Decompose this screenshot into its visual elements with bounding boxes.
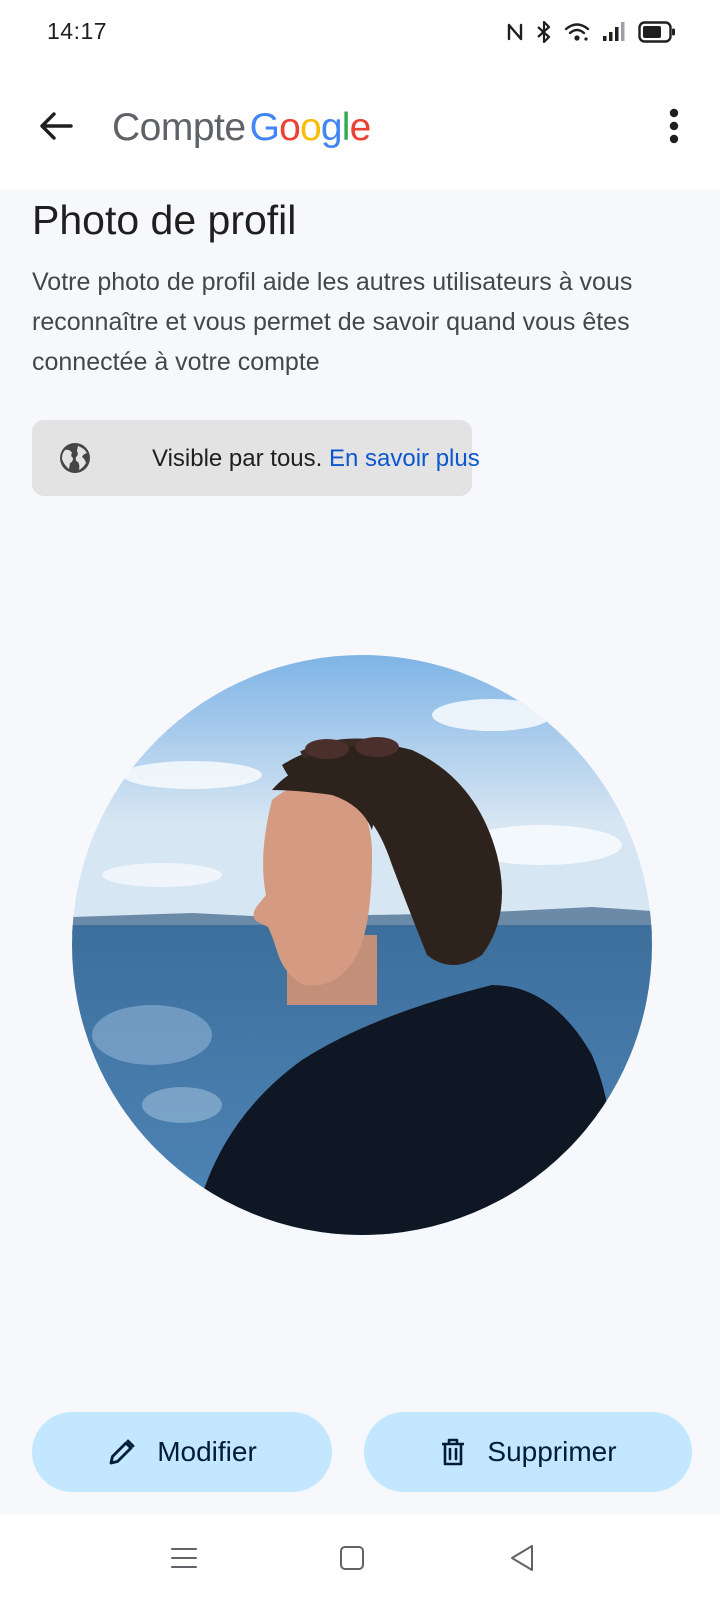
logo-letter: l: [341, 106, 351, 149]
visibility-label: Visible par tous.: [152, 445, 323, 472]
home-square-icon: [339, 1545, 365, 1576]
nav-back-button[interactable]: [502, 1540, 542, 1580]
bluetooth-icon: [536, 20, 552, 44]
brand-word: Compte: [112, 106, 246, 149]
nav-recents-button[interactable]: [164, 1540, 204, 1580]
logo-letter: o: [300, 106, 322, 149]
learn-more-link[interactable]: En savoir plus: [329, 445, 480, 472]
back-button[interactable]: [28, 100, 84, 156]
logo-letter: G: [249, 106, 280, 149]
edit-button-label: Modifier: [157, 1436, 257, 1467]
delete-button-label: Supprimer: [487, 1436, 617, 1467]
back-triangle-icon: [509, 1544, 535, 1577]
pencil-icon: [107, 1437, 137, 1467]
status-time: 14:17: [47, 18, 108, 44]
logo-letter: o: [279, 106, 301, 149]
edit-button[interactable]: Modifier: [32, 1412, 332, 1492]
visibility-text: Visible par tous. En savoir plus: [152, 444, 480, 474]
arrow-back-icon: [39, 111, 73, 146]
visibility-chip: Visible par tous. En savoir plus: [32, 420, 480, 496]
google-account-brand: Compte Google: [112, 104, 371, 152]
battery-icon: [638, 20, 676, 44]
menu-icon: [171, 1546, 197, 1575]
nfc-icon: [506, 21, 524, 43]
status-icons: [506, 18, 676, 46]
more-vert-icon: [669, 108, 679, 149]
system-nav-bar: [0, 1514, 720, 1600]
page-description: Votre photo de profil aide les autres ut…: [32, 268, 633, 376]
app-bar: Compte Google: [0, 64, 720, 190]
profile-photo: [72, 655, 652, 1235]
signal-icon: [602, 21, 626, 43]
wifi-icon: [564, 21, 590, 43]
logo-letter: e: [349, 106, 372, 149]
trash-icon: [439, 1437, 467, 1467]
globe-icon: [58, 441, 92, 475]
delete-button[interactable]: Supprimer: [364, 1412, 692, 1492]
nav-home-button[interactable]: [332, 1540, 372, 1580]
more-options-button[interactable]: [650, 100, 698, 156]
page-title: Photo de profil: [32, 197, 297, 243]
status-bar: 14:17: [0, 0, 720, 64]
google-logo: Google: [249, 106, 372, 149]
logo-letter: g: [320, 106, 343, 149]
